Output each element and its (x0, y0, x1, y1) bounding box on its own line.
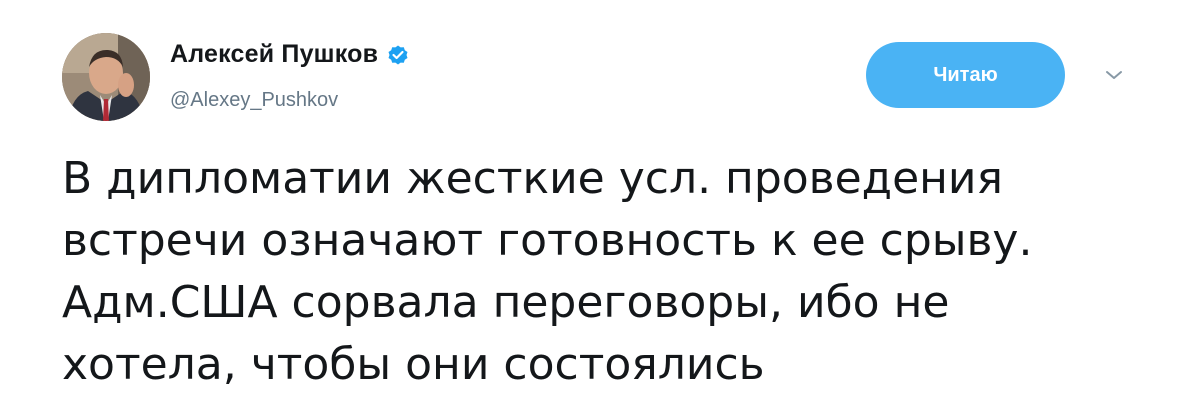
follow-button[interactable]: Читаю (866, 42, 1065, 108)
tweet-text-line: В дипломатии жесткие усл. проведения (62, 153, 1003, 204)
tweet-card: Алексей Пушков @Alexey_Pushkov Читаю В д… (0, 0, 1200, 411)
chevron-down-icon[interactable] (1104, 68, 1124, 82)
tweet-text-line: встречи означают готовность к ее срыву. (62, 215, 1033, 266)
verified-badge-icon (386, 43, 410, 67)
author-display-name[interactable]: Алексей Пушков (170, 40, 378, 69)
avatar[interactable] (62, 33, 150, 121)
tweet-text-line: Адм.США сорвала переговоры, ибо не (62, 277, 950, 328)
author-handle[interactable]: @Alexey_Pushkov (170, 89, 338, 112)
profile-photo-icon (62, 33, 150, 121)
tweet-text-line: хотела, чтобы они состоялись (62, 339, 765, 390)
author-name-row: Алексей Пушков (170, 40, 410, 69)
tweet-text: В дипломатии жесткие усл. проведения вст… (62, 148, 1162, 396)
